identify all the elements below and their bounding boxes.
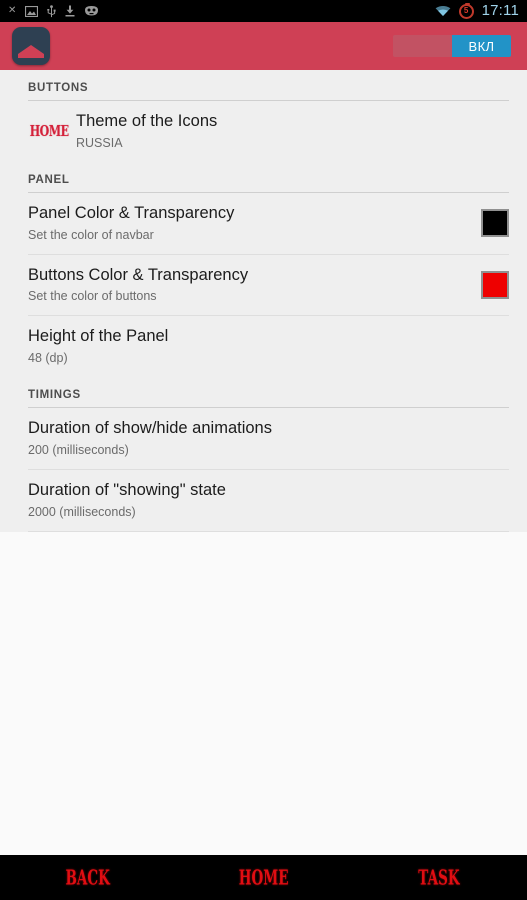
- row-text-block: Theme of the Icons RUSSIA: [76, 112, 509, 151]
- section-header-panel: PANEL: [28, 173, 70, 186]
- status-bar: ✕ 5 17:11: [0, 0, 527, 22]
- row-subtitle: RUSSIA: [76, 135, 123, 150]
- row-text-block: Duration of show/hide animations 200 (mi…: [28, 419, 509, 458]
- row-subtitle: 2000 (milliseconds): [28, 504, 136, 519]
- nav-back-button[interactable]: BACK: [0, 855, 176, 900]
- battery-badge-value: 5: [463, 6, 469, 15]
- row-text-block: Panel Color & Transparency Set the color…: [28, 204, 481, 243]
- row-text-block: Duration of "showing" state 2000 (millis…: [28, 481, 509, 520]
- row-subtitle: 48 (dp): [28, 351, 68, 366]
- status-bar-clock: 17:11: [481, 2, 519, 19]
- toggle-off-track[interactable]: [393, 35, 452, 57]
- settings-list: BUTTONS HOME Theme of the Icons RUSSIA P…: [0, 70, 527, 532]
- nav-home-button[interactable]: HOME: [176, 855, 352, 900]
- row-title: Height of the Panel: [28, 327, 169, 346]
- nav-task-label: TASK: [418, 865, 460, 890]
- row-text-block: Height of the Panel 48 (dp): [28, 327, 509, 366]
- row-title: Duration of show/hide animations: [28, 419, 272, 438]
- row-height-of-the-panel[interactable]: Height of the Panel 48 (dp): [0, 316, 527, 377]
- app-logo-icon[interactable]: [12, 27, 50, 65]
- status-bar-right-icons: 5 17:11: [435, 2, 519, 19]
- close-x-icon: ✕: [8, 5, 17, 16]
- row-subtitle: 200 (milliseconds): [28, 442, 129, 457]
- wifi-icon: [435, 5, 451, 17]
- app-logo-shape: [18, 45, 44, 58]
- row-title: Panel Color & Transparency: [28, 203, 235, 222]
- panel-color-swatch[interactable]: [481, 209, 509, 238]
- row-subtitle: Set the color of navbar: [28, 227, 154, 242]
- toggle-on-label[interactable]: ВКЛ: [452, 35, 511, 57]
- nav-task-button[interactable]: TASK: [351, 855, 527, 900]
- row-title: Theme of the Icons: [76, 112, 218, 130]
- row-theme-of-the-icons[interactable]: HOME Theme of the Icons RUSSIA: [0, 101, 527, 162]
- home-theme-icon-label: HOME: [29, 122, 69, 141]
- section-header-buttons: BUTTONS: [28, 82, 89, 94]
- download-icon: [65, 5, 75, 17]
- row-subtitle: Set the color of buttons: [28, 289, 157, 304]
- row-text-block: Buttons Color & Transparency Set the col…: [28, 266, 481, 305]
- app-bar: ВКЛ: [0, 22, 527, 70]
- row-title: Duration of "showing" state: [28, 480, 226, 499]
- phone-screen: ✕ 5 17:11 ВКЛ BUTTONS HOME Theme of the …: [0, 0, 527, 900]
- list-end-divider: [28, 530, 509, 532]
- nav-back-label: BACK: [65, 865, 111, 890]
- navigation-bar: BACK HOME TASK: [0, 855, 527, 900]
- row-title: Buttons Color & Transparency: [28, 265, 249, 284]
- section-header-timings: TIMINGS: [28, 389, 81, 402]
- cyanogenmod-head-icon: [84, 5, 99, 17]
- usb-icon: [47, 4, 56, 18]
- row-panel-color-transparency[interactable]: Panel Color & Transparency Set the color…: [0, 193, 527, 254]
- nav-home-label: HOME: [238, 865, 289, 890]
- status-bar-left-icons: ✕: [8, 4, 435, 18]
- row-duration-show-hide-animations[interactable]: Duration of show/hide animations 200 (mi…: [0, 408, 527, 469]
- buttons-color-swatch[interactable]: [481, 270, 509, 299]
- battery-alarm-badge-icon: 5: [458, 2, 474, 19]
- settings-content: BUTTONS HOME Theme of the Icons RUSSIA P…: [0, 70, 527, 855]
- home-theme-icon: HOME: [28, 122, 70, 141]
- row-buttons-color-transparency[interactable]: Buttons Color & Transparency Set the col…: [0, 255, 527, 316]
- master-switch-toggle[interactable]: ВКЛ: [393, 35, 511, 57]
- gallery-icon: [25, 5, 39, 17]
- row-duration-showing-state[interactable]: Duration of "showing" state 2000 (millis…: [0, 470, 527, 531]
